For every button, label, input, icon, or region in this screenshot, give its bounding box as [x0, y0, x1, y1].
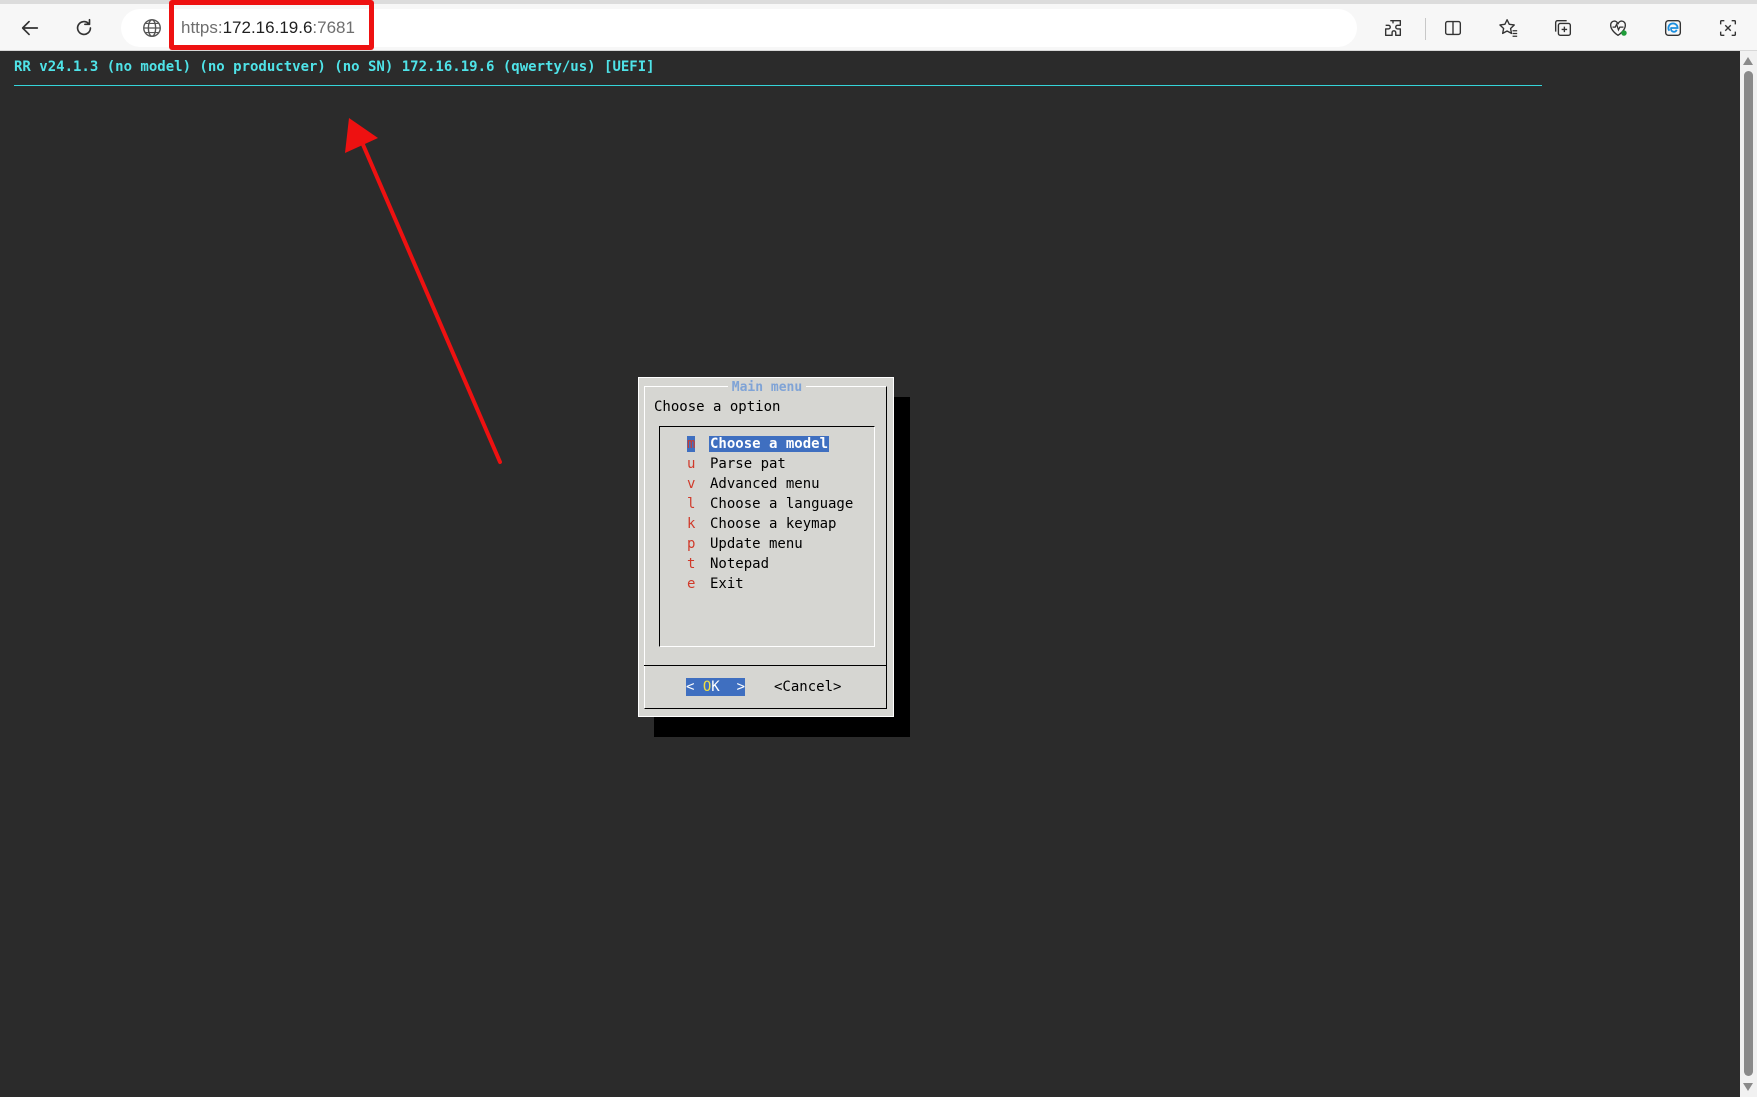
menu-item-label: Update menu	[710, 536, 803, 552]
menu-item-hotkey: u	[687, 456, 696, 472]
scrollbar-thumb[interactable]	[1744, 71, 1753, 1076]
menu-item-label: Notepad	[710, 556, 770, 572]
menu-item-hotkey: t	[687, 556, 696, 572]
menu-item-exit[interactable]: e Exit	[660, 576, 874, 596]
menu-item-notepad[interactable]: t Notepad	[660, 556, 874, 576]
url-highlight-annotation	[169, 0, 374, 50]
menu-item-hotkey: k	[687, 516, 696, 532]
menu-item-label: Exit	[710, 576, 744, 592]
menu-item-hotkey: l	[687, 496, 696, 512]
reload-icon	[76, 18, 92, 36]
split-screen-icon	[1444, 20, 1462, 36]
scroll-down-arrow-icon[interactable]	[1743, 1083, 1753, 1091]
terminal-header-rule	[14, 85, 1542, 86]
menu-item-hotkey: p	[687, 536, 696, 552]
reload-button[interactable]	[66, 10, 102, 46]
menu-item-label: Choose a keymap	[710, 516, 837, 532]
menu-list: m Choose a model u Parse pat v Advanced menu l…	[659, 426, 875, 647]
cancel-button[interactable]: <Cancel>	[774, 678, 841, 696]
menu-item-label: Choose a language	[710, 496, 854, 512]
menu-item-parse-pat[interactable]: u Parse pat	[660, 456, 874, 476]
menu-item-choose-a-keymap[interactable]: k Choose a keymap	[660, 516, 874, 536]
ok-label-rest: K	[711, 679, 720, 695]
menu-item-update-menu[interactable]: p Update menu	[660, 536, 874, 556]
dialog-title-text: Main menu	[727, 380, 807, 395]
ok-bracket-left: <	[686, 679, 703, 695]
favorites-icon	[1499, 19, 1518, 37]
screenshot-icon	[1719, 19, 1737, 37]
menu-item-hotkey: m	[687, 436, 696, 452]
scroll-up-arrow-icon[interactable]	[1743, 57, 1753, 65]
edge-copilot-button[interactable]	[1655, 10, 1691, 46]
menu-item-label: Advanced menu	[710, 476, 820, 492]
edge-copilot-icon	[1664, 19, 1682, 37]
menu-item-label: Choose a model	[709, 436, 830, 452]
globe-icon	[143, 19, 161, 37]
favorites-button[interactable]	[1490, 10, 1526, 46]
menu-item-choose-a-model[interactable]: m Choose a model	[660, 436, 874, 456]
terminal-scrollbar[interactable]	[1740, 51, 1757, 1097]
back-arrow-icon	[21, 20, 39, 36]
toolbar-separator	[1425, 18, 1426, 40]
menu-item-advanced-menu[interactable]: v Advanced menu	[660, 476, 874, 496]
collections-icon	[1554, 19, 1572, 37]
split-screen-button[interactable]	[1435, 10, 1471, 46]
dialog-prompt: Choose a option	[654, 399, 781, 415]
back-button[interactable]	[12, 10, 48, 46]
ok-button[interactable]: < OK >	[686, 678, 746, 696]
dialog-title: Main menu	[639, 380, 895, 395]
main-menu-dialog: Main menu Choose a option m Choose a mode…	[638, 377, 894, 717]
dialog-divider	[644, 665, 887, 666]
screenshot-button[interactable]	[1710, 10, 1746, 46]
ok-bracket-right: >	[719, 679, 746, 695]
browser-essentials-button[interactable]	[1600, 10, 1636, 46]
terminal-header: RR v24.1.3 (no model) (no productver) (n…	[14, 59, 655, 75]
menu-item-choose-a-language[interactable]: l Choose a language	[660, 496, 874, 516]
menu-item-hotkey: v	[687, 476, 696, 492]
extensions-icon	[1384, 19, 1402, 37]
collections-button[interactable]	[1545, 10, 1581, 46]
extensions-button[interactable]	[1375, 10, 1411, 46]
browser-essentials-icon	[1609, 20, 1627, 37]
menu-item-hotkey: e	[687, 576, 696, 592]
menu-item-label: Parse pat	[710, 456, 786, 472]
